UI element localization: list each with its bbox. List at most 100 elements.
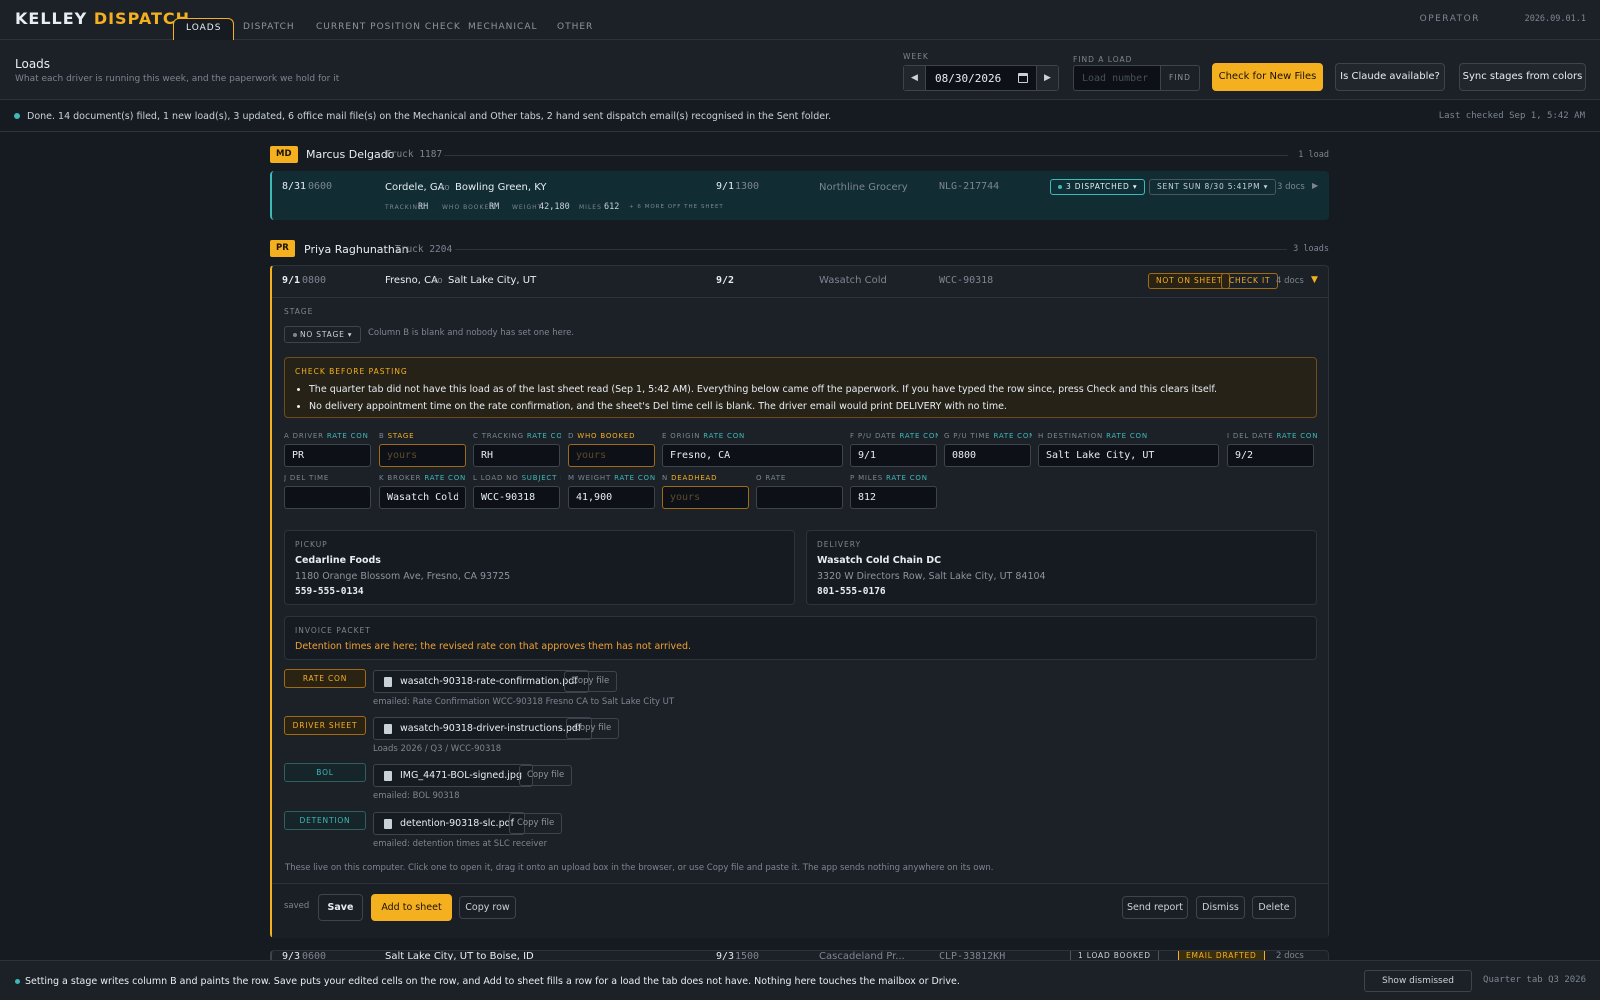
stage-section-label: STAGE: [284, 307, 314, 316]
stage-field[interactable]: [379, 444, 466, 467]
week-value[interactable]: 08/30/2026: [935, 72, 1001, 85]
docs-note: These live on this computer. Click one t…: [285, 863, 994, 873]
copy-file-button[interactable]: Copy file: [566, 718, 620, 739]
field-label-broker: K BROKER RATE CON: [379, 474, 467, 482]
tracking-field[interactable]: [473, 444, 560, 467]
file-button[interactable]: wasatch-90318-driver-instructions.pdf: [373, 717, 593, 740]
field-label-part: P/U DATE: [857, 432, 897, 440]
copy-row-button[interactable]: Copy row: [459, 896, 516, 919]
chevron-down-icon: ▾: [1263, 182, 1269, 191]
add-to-sheet-button[interactable]: Add to sheet: [371, 894, 452, 921]
route-to: to: [434, 276, 443, 286]
miles-field[interactable]: [850, 486, 937, 509]
field-label-part: STAGE: [387, 432, 415, 440]
help-text: Setting a stage writes column B and pain…: [25, 976, 960, 987]
field-label-driver: A DRIVER RATE CON: [284, 432, 372, 440]
delete-button[interactable]: Delete: [1252, 896, 1296, 919]
file-button[interactable]: wasatch-90318-rate-confirmation.pdf: [373, 670, 589, 693]
doc-source: emailed: BOL 90318: [373, 791, 460, 801]
tab-other[interactable]: OTHER: [545, 18, 605, 40]
check-new-files-button[interactable]: Check for New Files: [1212, 63, 1323, 91]
field-label-part: WEIGHT: [577, 474, 612, 482]
field-label-miles: P MILES RATE CON: [850, 474, 938, 482]
find-load-input[interactable]: [1073, 65, 1161, 91]
chevron-down-icon: ▾: [347, 330, 353, 339]
field-label-stage: B STAGE: [379, 432, 467, 440]
copy-file-button[interactable]: Copy file: [519, 765, 573, 786]
field-label-part: RATE CON: [993, 432, 1032, 440]
send-report-button[interactable]: Send report: [1122, 896, 1188, 919]
driver-avatar: MD: [270, 146, 298, 163]
claude-available-button[interactable]: Is Claude available?: [1335, 63, 1445, 91]
driver-avatar: PR: [270, 240, 295, 257]
file-button[interactable]: IMG_4471-BOL-signed.jpg: [373, 764, 533, 787]
file-button[interactable]: detention-90318-slc.pdf: [373, 812, 525, 835]
pickup-time: 0800: [302, 275, 327, 286]
last-checked: Last checked Sep 1, 5:42 AM: [1438, 111, 1585, 121]
load-row[interactable]: 8/31 0600 Cordele, GA to Bowling Green, …: [270, 171, 1329, 220]
driver-field[interactable]: [284, 444, 371, 467]
warning-item: No delivery appointment time on the rate…: [309, 398, 1217, 415]
load-no-field[interactable]: [473, 486, 560, 509]
check-it-button[interactable]: CHECK IT: [1221, 273, 1279, 289]
del-time-field[interactable]: [284, 486, 371, 509]
invoice-title: INVOICE PACKET: [295, 626, 371, 635]
deadhead-field[interactable]: [662, 486, 749, 509]
field-label-del-date: I DEL DATE RATE CON: [1227, 432, 1317, 440]
calendar-icon[interactable]: [1018, 73, 1028, 83]
pu-time-field[interactable]: [944, 444, 1031, 467]
doc-source: emailed: detention times at SLC receiver: [373, 839, 548, 849]
field-label-part: RATE CON: [614, 474, 656, 482]
file-icon: [384, 677, 392, 687]
driver-name: Marcus Delgado: [306, 148, 395, 161]
doc-tag-rate-con: RATE CON: [284, 669, 366, 688]
field-label-part: DESTINATION: [1047, 432, 1104, 440]
copy-file-button[interactable]: Copy file: [509, 813, 563, 834]
collapse-icon[interactable]: ▼: [1311, 275, 1318, 285]
origin: Fresno, CA: [385, 275, 438, 286]
field-label-part: G: [944, 432, 951, 440]
pickup-phone: 559-555-0134: [295, 586, 364, 597]
week-prev-button[interactable]: ◀: [904, 66, 926, 90]
dismiss-button[interactable]: Dismiss: [1196, 896, 1245, 919]
origin-field[interactable]: [662, 444, 843, 467]
tab-dispatch[interactable]: DISPATCH: [231, 18, 307, 40]
load-actions: saved Save Add to sheet Copy row Send re…: [272, 883, 1328, 938]
find-button[interactable]: FIND: [1160, 65, 1200, 91]
rate-field[interactable]: [756, 486, 843, 509]
save-status: saved: [284, 901, 310, 911]
field-label-part: E: [662, 432, 668, 440]
who-booked-field[interactable]: [568, 444, 655, 467]
destination-field[interactable]: [1038, 444, 1219, 467]
sync-stages-button[interactable]: Sync stages from colors: [1459, 63, 1586, 91]
field-label-part: LOAD NO: [480, 474, 519, 482]
field-label-part: ORIGIN: [670, 432, 701, 440]
field-label-part: RATE CON: [424, 474, 467, 482]
week-next-button[interactable]: ▶: [1036, 66, 1058, 90]
stage-dropdown[interactable]: NO STAGE ▾: [284, 326, 362, 343]
stage-dropdown[interactable]: 3 DISPATCHED ▾: [1050, 179, 1146, 195]
delivery-title: DELIVERY: [817, 540, 862, 549]
expand-icon[interactable]: ▶: [1312, 181, 1318, 190]
sent-dropdown[interactable]: SENT SUN 8/30 5:41PM ▾: [1149, 179, 1277, 195]
copy-file-button[interactable]: Copy file: [564, 671, 618, 692]
save-button[interactable]: Save: [318, 894, 363, 921]
brand-logo[interactable]: KELLEY DISPATCH: [15, 9, 190, 28]
broker-field[interactable]: [379, 486, 466, 509]
page-header: Loads What each driver is running this w…: [0, 40, 1600, 100]
del-date-field[interactable]: [1227, 444, 1314, 467]
file-icon: [384, 771, 392, 781]
pu-date-field[interactable]: [850, 444, 937, 467]
show-dismissed-button[interactable]: Show dismissed: [1364, 970, 1472, 992]
brand-name-1: KELLEY: [15, 9, 88, 28]
load-row-expanded: 9/1 0800 Fresno, CA to Salt Lake City, U…: [270, 265, 1329, 938]
tab-mechanical[interactable]: MECHANICAL: [456, 18, 550, 40]
doc-source: emailed: Rate Confirmation WCC-90318 Fre…: [373, 697, 675, 707]
tab-current-position-check[interactable]: CURRENT POSITION CHECK: [304, 18, 473, 40]
load-row-header[interactable]: 9/1 0800 Fresno, CA to Salt Lake City, U…: [272, 266, 1328, 298]
tab-loads[interactable]: LOADS: [173, 18, 235, 40]
weight-field[interactable]: [568, 486, 655, 509]
weight-label: WEIGHT: [512, 204, 543, 211]
delivery-card: DELIVERY Wasatch Cold Chain DC 3320 W Di…: [806, 530, 1317, 605]
operator-label: OPERATOR: [1419, 14, 1480, 24]
